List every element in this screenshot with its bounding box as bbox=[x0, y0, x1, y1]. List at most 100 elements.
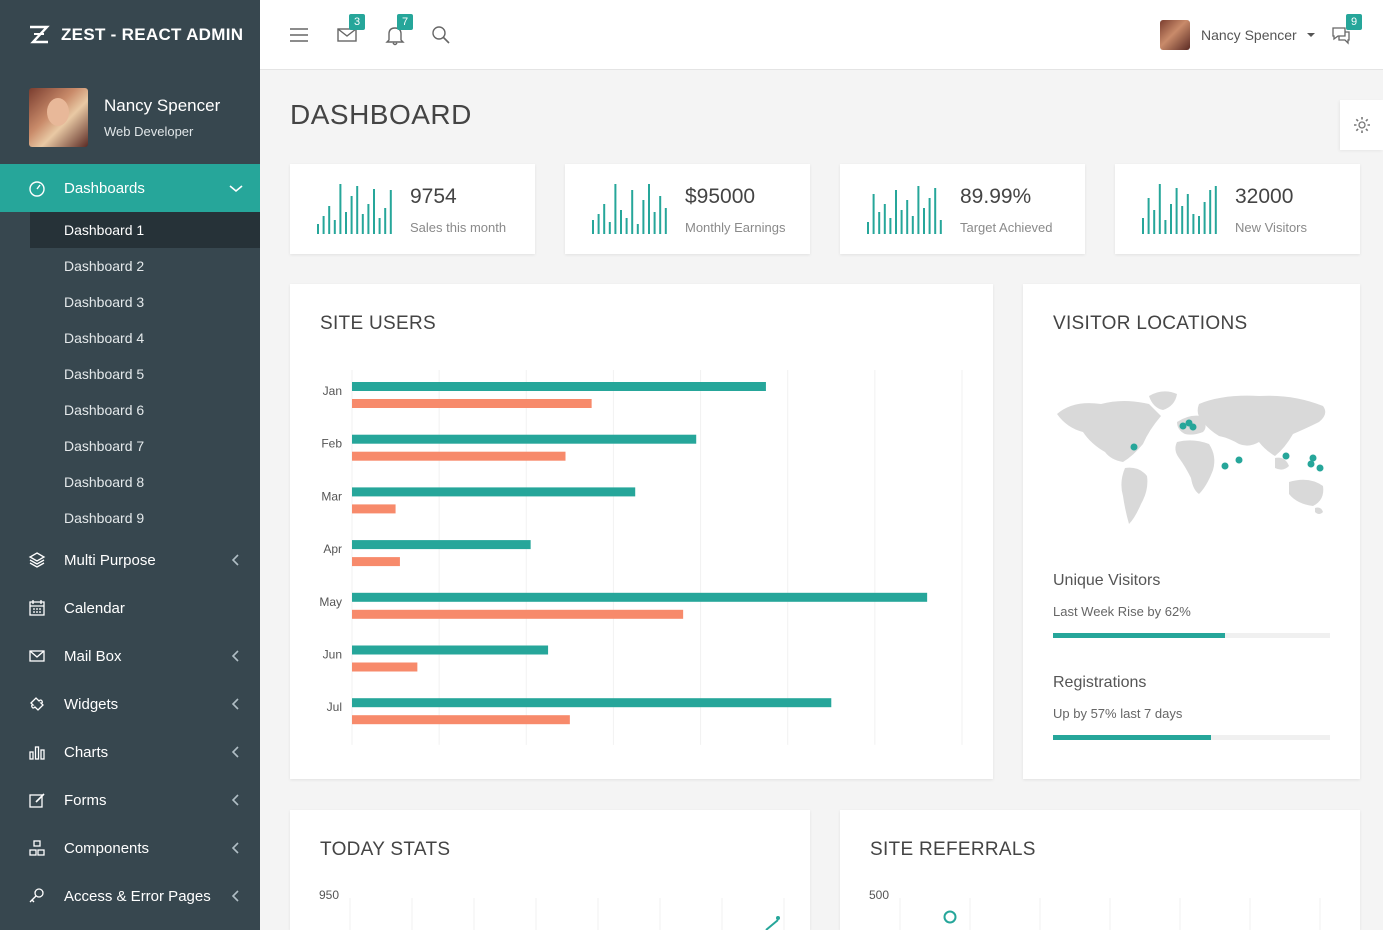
sidebar-item-charts[interactable]: Charts bbox=[0, 728, 260, 776]
sparkline-bar bbox=[378, 218, 381, 234]
location-marker[interactable] bbox=[1221, 462, 1229, 470]
sidebar-item-widgets[interactable]: Widgets bbox=[0, 680, 260, 728]
location-marker[interactable] bbox=[1235, 456, 1243, 464]
sidebar-item-label: Forms bbox=[64, 791, 107, 809]
sparkline-bar bbox=[356, 186, 359, 234]
sidebar-item-forms[interactable]: Forms bbox=[0, 776, 260, 824]
stat-label: New Visitors bbox=[1235, 220, 1308, 235]
sidebar-subitem-dashboard-5[interactable]: Dashboard 5 bbox=[0, 356, 260, 392]
sparkline-bar bbox=[906, 200, 909, 234]
bar-jun-series-1[interactable] bbox=[352, 645, 549, 655]
y-axis-tick: 500 bbox=[869, 888, 889, 902]
sparkline-bar bbox=[659, 196, 662, 234]
bar-feb-series-2[interactable] bbox=[352, 451, 566, 461]
data-point[interactable] bbox=[776, 916, 780, 920]
sparkline-bar bbox=[917, 186, 920, 234]
settings-button[interactable] bbox=[1340, 100, 1383, 150]
progress-fill bbox=[1053, 735, 1211, 740]
hamburger-icon bbox=[290, 28, 308, 42]
sparkline-bar bbox=[878, 212, 881, 234]
sidebar-subitem-dashboard-1[interactable]: Dashboard 1 bbox=[30, 212, 260, 248]
sparkline-bar bbox=[345, 212, 347, 234]
sparkline-bar bbox=[1175, 188, 1178, 234]
brand[interactable]: ZEST - REACT ADMIN bbox=[0, 0, 260, 70]
bar-jun-series-2[interactable] bbox=[352, 662, 418, 672]
sparkline-bar bbox=[1170, 204, 1172, 234]
mail-button[interactable]: 3 bbox=[336, 14, 365, 46]
sidebar-item-label: Dashboards bbox=[64, 179, 145, 197]
sparkline-bar bbox=[384, 208, 387, 234]
notifications-button[interactable]: 7 bbox=[384, 14, 413, 46]
sidebar-item-components[interactable]: Components bbox=[0, 824, 260, 872]
sidebar-subitem-dashboard-8[interactable]: Dashboard 8 bbox=[0, 464, 260, 500]
stat-card-earnings: $95000 Monthly Earnings bbox=[565, 164, 810, 254]
sidebar-subitem-dashboard-7[interactable]: Dashboard 7 bbox=[0, 428, 260, 464]
location-marker[interactable] bbox=[1179, 422, 1187, 430]
bar-apr-series-1[interactable] bbox=[352, 540, 531, 550]
sparkline-bar bbox=[631, 190, 634, 234]
sparkline-bar bbox=[592, 220, 594, 234]
location-marker[interactable] bbox=[1316, 464, 1324, 472]
sparkline-bar bbox=[608, 222, 611, 234]
sidebar-item-calendar[interactable]: Calendar bbox=[0, 584, 260, 632]
y-axis-tick-label: Feb bbox=[321, 437, 342, 451]
location-marker[interactable] bbox=[1309, 454, 1317, 462]
sidebar-item-label: Mail Box bbox=[64, 647, 122, 665]
site-referrals-chart: 500 bbox=[869, 888, 1321, 930]
sidebar-subitem-dashboard-4[interactable]: Dashboard 4 bbox=[0, 320, 260, 356]
sparkline-bar bbox=[1147, 198, 1150, 234]
sidebar-item-label: Multi Purpose bbox=[64, 551, 156, 569]
data-point[interactable] bbox=[943, 910, 957, 924]
bar-apr-series-2[interactable] bbox=[352, 557, 400, 567]
sidebar-subitem-dashboard-6[interactable]: Dashboard 6 bbox=[0, 392, 260, 428]
sidebar-profile: Nancy Spencer Web Developer bbox=[0, 70, 260, 164]
brand-logo-icon bbox=[30, 25, 50, 44]
bar-jan-series-1[interactable] bbox=[352, 382, 766, 391]
sidebar-subitem-dashboard-2[interactable]: Dashboard 2 bbox=[0, 248, 260, 284]
sparkline-bar bbox=[1198, 216, 1200, 234]
sidebar-item-access-error-pages[interactable]: Access & Error Pages bbox=[0, 872, 260, 920]
sidebar-subitem-dashboard-9[interactable]: Dashboard 9 bbox=[0, 500, 260, 536]
world-map[interactable] bbox=[1053, 386, 1333, 526]
search-button[interactable] bbox=[430, 24, 452, 46]
sparkline-bar bbox=[1181, 206, 1184, 234]
sparkline-bar bbox=[1203, 202, 1206, 234]
bar-jul-series-2[interactable] bbox=[352, 715, 570, 725]
sparkline-bar bbox=[1158, 184, 1161, 234]
sparkline-bar bbox=[872, 194, 875, 234]
edit-icon bbox=[28, 791, 46, 809]
sparkline-bar bbox=[923, 208, 925, 234]
envelope-icon bbox=[28, 647, 46, 665]
site-users-panel: SITE USERS Jan Feb Mar Apr May Jun Jul bbox=[290, 284, 993, 779]
bar-may-series-2[interactable] bbox=[352, 609, 684, 619]
stat-card-target: 89.99% Target Achieved bbox=[840, 164, 1085, 254]
stat-value: 9754 bbox=[410, 185, 457, 208]
bar-mar-series-1[interactable] bbox=[352, 487, 636, 497]
sidebar-item-multi-purpose[interactable]: Multi Purpose bbox=[0, 536, 260, 584]
bar-jan-series-2[interactable] bbox=[352, 399, 592, 408]
stat-value: $95000 bbox=[685, 185, 756, 208]
location-marker[interactable] bbox=[1130, 443, 1138, 451]
user-menu[interactable]: Nancy Spencer bbox=[1160, 20, 1315, 50]
sidebar-item-dashboards[interactable]: Dashboards bbox=[0, 164, 260, 212]
sparkline-bar bbox=[373, 189, 375, 234]
bar-mar-series-2[interactable] bbox=[352, 504, 396, 514]
gear-icon bbox=[1353, 117, 1370, 133]
bar-jul-series-1[interactable] bbox=[352, 698, 832, 708]
menu-toggle-button[interactable] bbox=[288, 24, 310, 46]
location-marker[interactable] bbox=[1307, 460, 1315, 468]
y-axis-tick-label: Mar bbox=[321, 489, 342, 503]
puzzle-icon bbox=[28, 695, 46, 713]
dashboards-submenu: Dashboard 1 Dashboard 2 Dashboard 3 Dash… bbox=[0, 212, 260, 536]
location-marker[interactable] bbox=[1282, 452, 1290, 460]
search-icon bbox=[432, 26, 450, 44]
avatar[interactable] bbox=[29, 87, 88, 147]
bar-may-series-1[interactable] bbox=[352, 592, 928, 602]
stat-value: 89.99% bbox=[960, 185, 1032, 208]
chat-button[interactable]: 9 bbox=[1330, 14, 1362, 46]
sidebar-subitem-dashboard-3[interactable]: Dashboard 3 bbox=[0, 284, 260, 320]
sparkline-bar bbox=[597, 214, 600, 234]
location-marker[interactable] bbox=[1189, 423, 1197, 431]
bar-feb-series-1[interactable] bbox=[352, 434, 697, 444]
sidebar-item-mail-box[interactable]: Mail Box bbox=[0, 632, 260, 680]
